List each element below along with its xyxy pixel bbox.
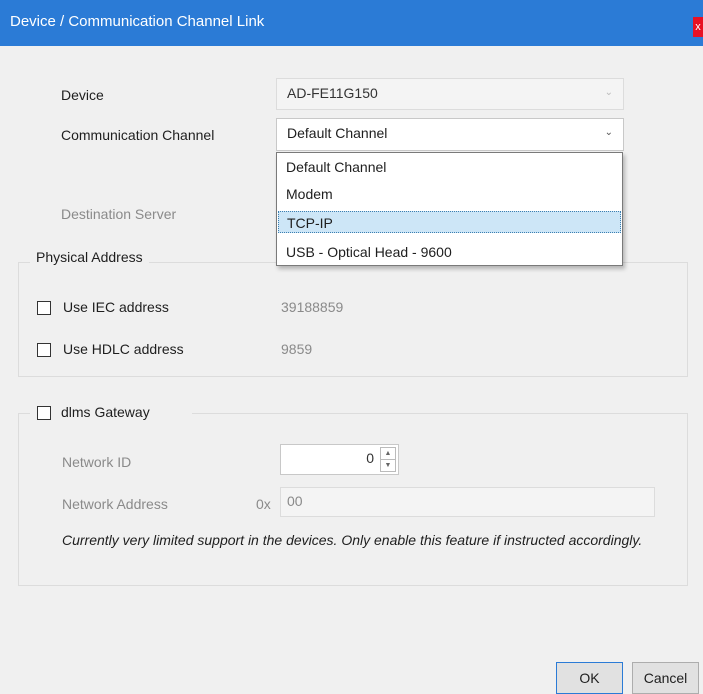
network-id-value: 0: [366, 450, 374, 466]
ok-button[interactable]: OK: [556, 662, 623, 694]
channel-value: Default Channel: [287, 125, 388, 141]
close-icon[interactable]: x: [693, 17, 703, 37]
chevron-down-icon: ⌄: [604, 87, 613, 98]
cancel-button[interactable]: Cancel: [632, 662, 699, 694]
title-bar: Device / Communication Channel Link x: [0, 0, 703, 46]
channel-dropdown-list: Default Channel Modem TCP-IP USB - Optic…: [276, 152, 623, 266]
iec-address-checkbox[interactable]: [37, 301, 51, 315]
dropdown-option-selected[interactable]: TCP-IP: [278, 211, 621, 233]
network-address-value: 00: [287, 493, 303, 509]
dlms-gateway-label: dlms Gateway: [61, 404, 150, 420]
stepper-up-icon[interactable]: ▲: [381, 448, 395, 460]
network-id-stepper[interactable]: 0 ▲ ▼: [280, 444, 399, 475]
chevron-down-icon[interactable]: ⌄: [605, 127, 613, 138]
hdlc-address-label: Use HDLC address: [63, 341, 184, 357]
physical-address-title: Physical Address: [30, 249, 149, 265]
iec-address-value: 39188859: [281, 299, 344, 315]
dlms-gateway-checkbox[interactable]: [37, 406, 51, 420]
stepper-buttons: ▲ ▼: [380, 447, 396, 472]
hdlc-address-checkbox[interactable]: [37, 343, 51, 357]
hdlc-address-value: 9859: [281, 341, 313, 357]
gateway-note: Currently very limited support in the de…: [62, 532, 643, 548]
channel-select[interactable]: Default Channel ⌄: [276, 118, 624, 151]
dropdown-option[interactable]: Default Channel: [278, 156, 621, 178]
device-value: AD-FE11G150: [287, 85, 378, 101]
network-id-label: Network ID: [62, 454, 132, 470]
network-address-prefix: 0x: [256, 496, 271, 512]
physical-address-group: [18, 262, 688, 377]
dropdown-option[interactable]: Modem: [278, 183, 621, 205]
device-label: Device: [61, 87, 104, 103]
window-title: Device / Communication Channel Link: [10, 13, 265, 30]
destination-server-label: Destination Server: [61, 206, 177, 222]
device-select: AD-FE11G150 ⌄: [276, 78, 624, 110]
channel-label: Communication Channel: [61, 127, 215, 143]
iec-address-label: Use IEC address: [63, 299, 169, 315]
dropdown-option[interactable]: USB - Optical Head - 9600: [278, 241, 621, 263]
network-address-input[interactable]: 00: [280, 487, 655, 517]
network-address-label: Network Address: [62, 496, 168, 512]
stepper-down-icon[interactable]: ▼: [381, 460, 395, 471]
